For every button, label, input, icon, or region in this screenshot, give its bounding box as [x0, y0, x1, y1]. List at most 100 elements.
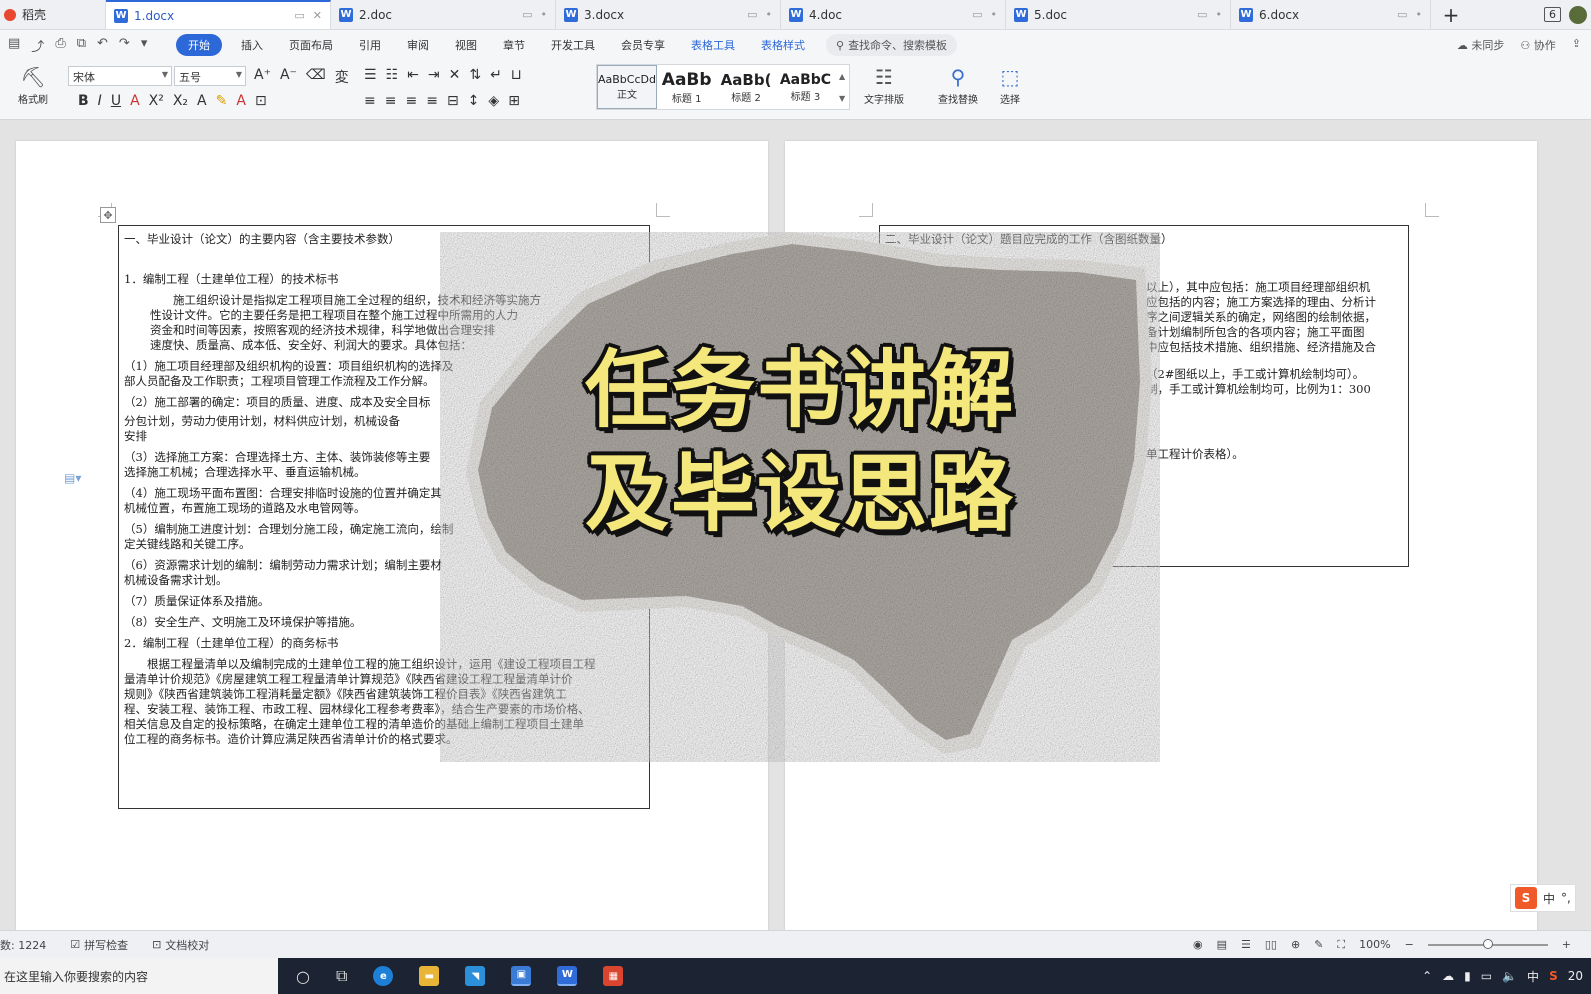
chevron-up-icon[interactable]: ▲ [839, 72, 845, 81]
tab-home[interactable]: 稻壳 [0, 0, 106, 29]
share-out-icon[interactable]: ⇪ [1572, 37, 1581, 53]
grow-font-icon[interactable]: A⁺ [254, 67, 271, 87]
strikethrough-icon[interactable]: A [130, 93, 140, 109]
style-normal[interactable]: AaBbCcDd 正文 [597, 65, 657, 109]
ime-tray-mode[interactable]: 中 [1527, 968, 1539, 985]
edge-icon[interactable]: e [373, 966, 394, 986]
save-icon[interactable]: ▤ [8, 36, 20, 55]
sort-icon[interactable]: ⇅ [469, 67, 481, 83]
tab-monitor-icon[interactable]: ▭ [747, 8, 757, 21]
chevron-down-icon[interactable]: ▼ [839, 94, 845, 103]
ime-punctuation[interactable]: °, [1561, 891, 1571, 905]
menu-table-style[interactable]: 表格样式 [748, 37, 818, 53]
eye-icon[interactable]: ◉ [1193, 938, 1203, 951]
tab-stop-icon[interactable]: ⊔ [511, 67, 522, 83]
wps-writer-icon[interactable]: W [557, 966, 578, 986]
tab-doc-6[interactable]: W 6.docx ▭ • [1231, 0, 1431, 29]
write-view-icon[interactable]: ✎ [1314, 938, 1323, 951]
font-name-select[interactable]: 宋体 ▼ [68, 66, 172, 86]
app-tray-icon[interactable]: ▮ [1464, 969, 1471, 983]
bullet-list-icon[interactable]: ☰ [364, 67, 377, 83]
dot-icon[interactable]: • [766, 8, 773, 21]
menu-chapter[interactable]: 章节 [490, 37, 538, 53]
web-view-icon[interactable]: ⊕ [1291, 938, 1300, 951]
tab-monitor-icon[interactable]: ▭ [972, 8, 982, 21]
border-icon[interactable]: ⊞ [508, 93, 520, 109]
justify-icon[interactable]: ≡ [426, 93, 438, 109]
font-size-select[interactable]: 五号 ▼ [174, 66, 246, 86]
undo-icon[interactable]: ↶ [97, 36, 108, 55]
ime-toolbar[interactable]: S 中 °, [1510, 884, 1576, 912]
tab-doc-5[interactable]: W 5.doc ▭ • [1006, 0, 1231, 29]
collab-button[interactable]: ⚇ 协作 [1520, 37, 1555, 53]
network-icon[interactable]: ▭ [1481, 969, 1492, 983]
document-side-icon[interactable]: ▤▾ [64, 471, 81, 485]
app-icon[interactable]: ◥ [465, 966, 486, 986]
menu-references[interactable]: 引用 [346, 37, 394, 53]
share-icon[interactable]: ⤴ [31, 36, 44, 55]
phonetic-icon[interactable]: 変 [335, 67, 349, 87]
indent-increase-icon[interactable]: ⇥ [428, 67, 440, 83]
volume-icon[interactable]: 🔈 [1502, 969, 1517, 983]
menu-member[interactable]: 会员专享 [608, 37, 678, 53]
style-scroll[interactable]: ▲ ▼ [835, 65, 849, 109]
print-icon[interactable]: ⎙ [55, 36, 65, 55]
zoom-value[interactable]: 100% [1359, 938, 1390, 951]
show-marks-icon[interactable]: ↵ [490, 67, 502, 83]
avatar[interactable] [1569, 5, 1587, 24]
app-icon[interactable]: ▣ [511, 966, 532, 986]
zoom-slider[interactable] [1427, 938, 1548, 949]
tab-monitor-icon[interactable]: ▭ [1197, 8, 1207, 21]
find-replace-button[interactable]: ⚲ 查找替换 [938, 65, 978, 106]
zoom-slider-handle[interactable] [1482, 938, 1493, 949]
cloud-icon[interactable]: ☁ [1442, 969, 1454, 983]
indent-decrease-icon[interactable]: ⇤ [407, 67, 419, 83]
task-view-icon[interactable]: ⧉ [336, 966, 347, 986]
menu-page-layout[interactable]: 页面布局 [276, 37, 346, 53]
tab-monitor-icon[interactable]: ▭ [1397, 8, 1407, 21]
style-heading-3[interactable]: AaBbC 标题 3 [776, 65, 835, 109]
line-spacing-icon[interactable]: ↕ [468, 93, 480, 109]
tab-monitor-icon[interactable]: ▭ [522, 8, 532, 21]
page-view-icon[interactable]: ▤ [1217, 938, 1227, 951]
text-layout-button[interactable]: ☷ 文字排版 [864, 65, 904, 106]
char-border-icon[interactable]: ⊡ [255, 93, 267, 109]
menu-table-tools[interactable]: 表格工具 [678, 37, 748, 53]
menu-view[interactable]: 视图 [442, 37, 490, 53]
tab-doc-2[interactable]: W 2.doc ▭ • [331, 0, 556, 29]
align-right-icon[interactable]: ≡ [405, 93, 417, 109]
shrink-font-icon[interactable]: A⁻ [280, 67, 297, 87]
dot-icon[interactable]: • [1416, 8, 1423, 21]
command-search[interactable]: ⚲ 查找命令、搜索模板 [826, 34, 958, 56]
format-painter-button[interactable]: ⛏ 格式刷 [18, 65, 48, 106]
outline-view-icon[interactable]: ☰ [1241, 938, 1251, 951]
read-view-icon[interactable]: ▯▯ [1265, 938, 1277, 951]
underline-icon[interactable]: U [111, 93, 121, 109]
sogou-tray-icon[interactable]: S [1549, 969, 1558, 983]
zoom-in-icon[interactable]: + [1562, 938, 1571, 951]
italic-icon[interactable]: I [98, 93, 102, 109]
file-explorer-icon[interactable]: ▬ [419, 966, 440, 986]
table-move-handle-icon[interactable]: ✥ [100, 207, 116, 223]
sync-status[interactable]: ☁ 未同步 [1457, 37, 1505, 53]
dot-icon[interactable]: • [991, 8, 998, 21]
style-heading-1[interactable]: AaBb 标题 1 [657, 65, 716, 109]
menu-insert[interactable]: 插入 [228, 37, 276, 53]
cortana-icon[interactable]: ○ [296, 967, 310, 986]
fit-page-icon[interactable]: ⛶ [1337, 938, 1345, 952]
new-tab-button[interactable]: + [1431, 0, 1471, 29]
tab-doc-1[interactable]: W 1.docx ▭ ✕ [106, 0, 331, 29]
print-preview-icon[interactable]: ⧉ [77, 36, 86, 55]
spell-check-toggle[interactable]: ☑ 拼写检查 [70, 937, 128, 953]
doc-proof-button[interactable]: ⊡ 文档校对 [152, 937, 209, 953]
bold-icon[interactable]: B [78, 93, 89, 109]
align-left-icon[interactable]: ≡ [364, 93, 376, 109]
highlight-icon[interactable]: ✎ [216, 93, 228, 109]
distribute-icon[interactable]: ⊟ [447, 93, 459, 109]
tab-doc-3[interactable]: W 3.docx ▭ • [556, 0, 781, 29]
sogou-logo-icon[interactable]: S [1515, 887, 1537, 909]
align-center-icon[interactable]: ≡ [385, 93, 397, 109]
redo-icon[interactable]: ↷ [119, 36, 130, 55]
app-icon[interactable]: ▦ [603, 966, 624, 986]
numbered-list-icon[interactable]: ☷ [386, 67, 399, 83]
